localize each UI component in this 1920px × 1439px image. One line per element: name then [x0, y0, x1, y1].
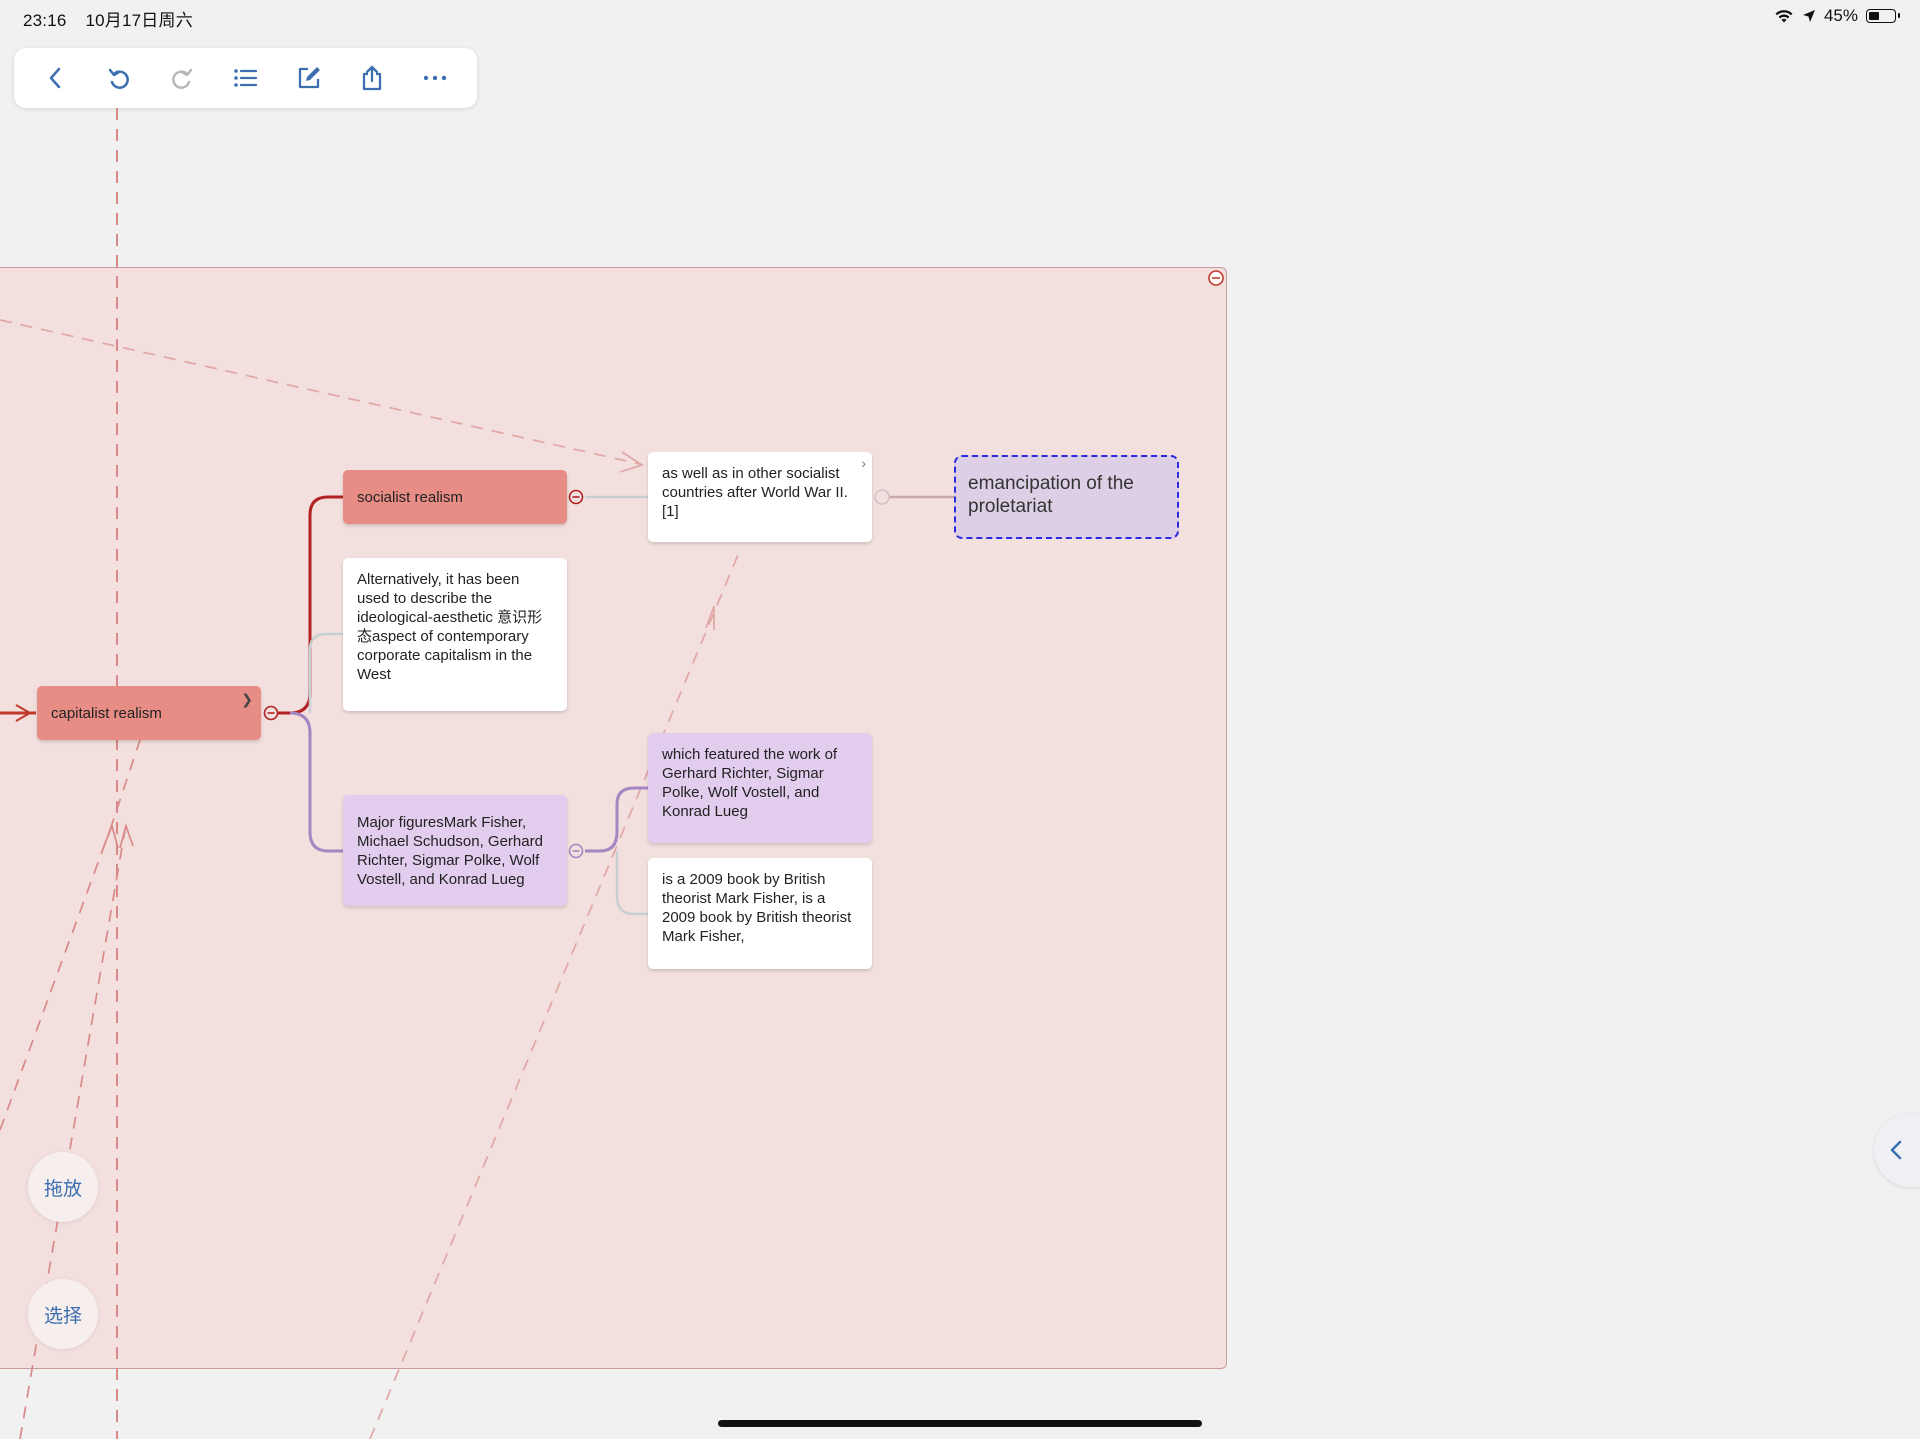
- outline-button[interactable]: [223, 56, 267, 100]
- topic-label: emancipation of the proletariat: [968, 473, 1134, 517]
- side-panel-toggle[interactable]: [1874, 1113, 1920, 1187]
- toolbar: [14, 48, 477, 108]
- topic-which-featured[interactable]: which featured the work of Gerhard Richt…: [648, 733, 872, 843]
- boundary-collapse-icon[interactable]: [1207, 269, 1225, 287]
- edit-button[interactable]: [287, 56, 331, 100]
- more-button[interactable]: [413, 56, 457, 100]
- location-arrow-icon: [1802, 10, 1815, 22]
- status-time: 23:16: [23, 11, 67, 30]
- collapse-socialist-icon[interactable]: [568, 489, 584, 505]
- more-icon: [424, 75, 447, 81]
- home-indicator[interactable]: [718, 1420, 1202, 1427]
- edit-icon: [298, 67, 320, 89]
- chevron-left-icon: [1890, 1140, 1902, 1160]
- topic-label: socialist realism: [357, 488, 463, 506]
- topic-socialist-realism[interactable]: socialist realism: [343, 470, 567, 524]
- drag-button-label: 拖放: [43, 1178, 82, 1200]
- topic-label: Alternatively, it has been used to descr…: [357, 571, 543, 683]
- select-button-label: 选择: [43, 1305, 82, 1327]
- topic-emancipation[interactable]: emancipation of the proletariat: [954, 455, 1179, 539]
- topic-label: is a 2009 book by British theorist Mark …: [662, 871, 852, 945]
- drag-button[interactable]: 拖放: [28, 1152, 98, 1222]
- boundary-region[interactable]: [0, 267, 1227, 1369]
- wifi-icon: [1775, 10, 1793, 23]
- status-bar-left: 23:16 10月17日周六: [23, 6, 207, 31]
- topic-label: Major figuresMark Fisher, Michael Schuds…: [357, 813, 543, 888]
- chevron-right-icon[interactable]: ›: [861, 454, 866, 473]
- undo-button[interactable]: [97, 56, 141, 100]
- redo-button[interactable]: [160, 56, 204, 100]
- back-icon: [49, 67, 60, 89]
- chevron-right-icon[interactable]: ❯: [241, 690, 253, 709]
- topic-label: as well as in other socialist countries …: [662, 465, 848, 520]
- share-button[interactable]: [350, 56, 394, 100]
- collapse-capitalist-icon[interactable]: [263, 705, 279, 721]
- topic-book[interactable]: is a 2009 book by British theorist Mark …: [648, 858, 872, 969]
- battery-icon: [1866, 9, 1900, 23]
- share-icon: [362, 65, 382, 91]
- topic-label: capitalist realism: [51, 704, 162, 722]
- topic-label: which featured the work of Gerhard Richt…: [662, 746, 838, 820]
- topic-alternatively[interactable]: Alternatively, it has been used to descr…: [343, 558, 567, 711]
- status-date: 10月17日周六: [85, 11, 193, 30]
- topic-as-well-as[interactable]: as well as in other socialist countries …: [648, 452, 872, 542]
- status-bar-right: 45%: [1774, 6, 1900, 26]
- redo-icon: [172, 68, 193, 89]
- outline-list-icon: [234, 69, 258, 87]
- undo-icon: [108, 68, 129, 89]
- select-button[interactable]: 选择: [28, 1279, 98, 1349]
- topic-capitalist-realism[interactable]: capitalist realism ❯: [37, 686, 261, 740]
- battery-percent: 45%: [1823, 6, 1858, 25]
- collapse-major-figures-icon[interactable]: [568, 843, 584, 859]
- topic-major-figures[interactable]: Major figuresMark Fisher, Michael Schuds…: [343, 795, 567, 906]
- back-button[interactable]: [34, 56, 78, 100]
